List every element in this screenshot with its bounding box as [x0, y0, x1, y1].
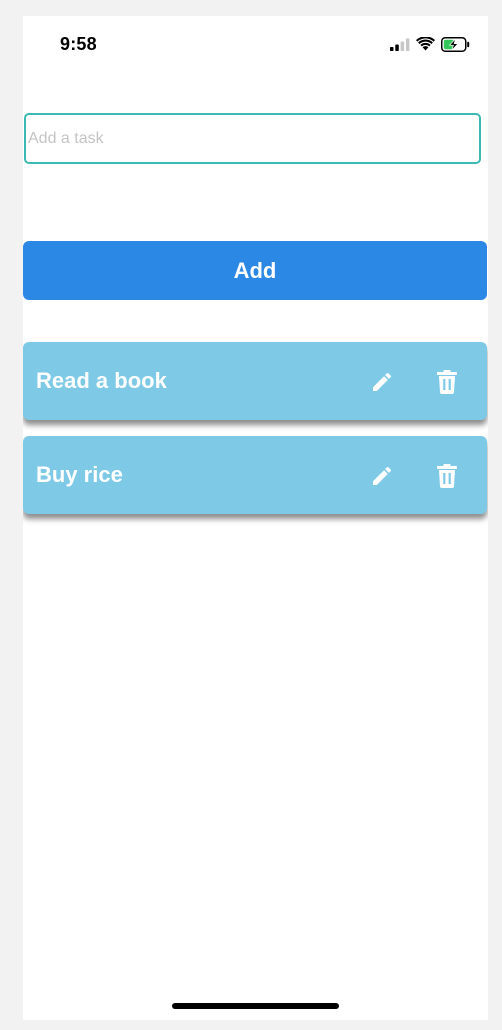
pencil-icon[interactable]	[369, 463, 395, 489]
task-label: Read a book	[36, 368, 167, 393]
task-item[interactable]: Buy rice	[23, 436, 487, 514]
add-button[interactable]: Add	[23, 241, 487, 300]
task-list: Read a book Buy rice	[23, 342, 487, 530]
status-bar: 9:58	[23, 16, 488, 72]
trash-icon[interactable]	[434, 369, 460, 395]
task-label: Buy rice	[36, 462, 123, 487]
cellular-signal-icon	[390, 38, 410, 51]
battery-charging-icon	[441, 36, 470, 52]
app-screen: 9:58 Add a task Add Read a book Buy rice	[23, 16, 488, 1020]
home-indicator	[172, 1003, 339, 1009]
wifi-icon	[416, 37, 435, 51]
status-time: 9:58	[60, 34, 97, 54]
status-icons	[390, 36, 470, 52]
task-item[interactable]: Read a book	[23, 342, 487, 420]
task-input[interactable]	[24, 113, 481, 164]
trash-icon[interactable]	[434, 463, 460, 489]
pencil-icon[interactable]	[369, 369, 395, 395]
